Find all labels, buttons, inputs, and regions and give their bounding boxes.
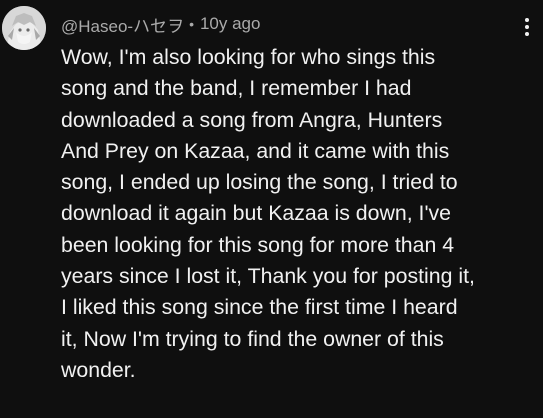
meta-separator: • — [189, 16, 194, 32]
comment-thread: @Haseo-ハセヲ • 10y ago Wow, I'm also looki… — [0, 0, 543, 418]
menu-dot — [525, 25, 529, 29]
more-vertical-icon[interactable] — [517, 14, 537, 40]
comment-text: Wow, I'm also looking for who sings this… — [61, 45, 475, 382]
avatar[interactable] — [2, 6, 46, 50]
menu-dot — [525, 18, 529, 22]
menu-dot — [525, 32, 529, 36]
avatar-image — [2, 6, 46, 50]
comment-header: @Haseo-ハセヲ • 10y ago — [61, 11, 260, 37]
comment-timestamp[interactable]: 10y ago — [200, 14, 261, 34]
author-name[interactable]: @Haseo-ハセヲ — [61, 12, 184, 37]
